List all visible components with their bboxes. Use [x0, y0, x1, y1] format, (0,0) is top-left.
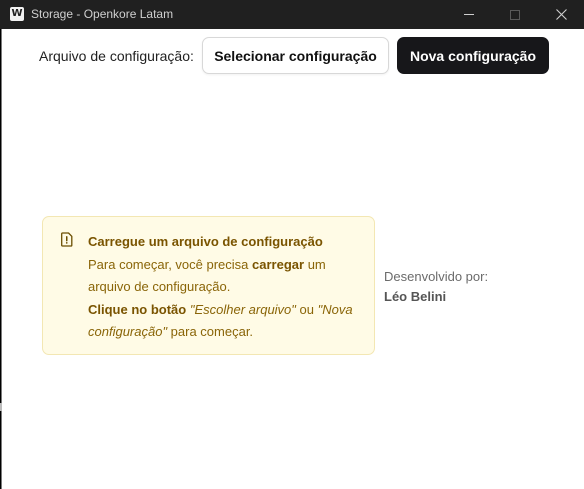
alert-instruction-or: ou — [295, 301, 318, 317]
maximize-button[interactable] — [492, 0, 538, 29]
minimize-icon — [464, 14, 474, 15]
credits-author: Léo Belini — [384, 289, 447, 304]
close-icon — [555, 9, 567, 20]
credits: Desenvolvido por: Léo Belini — [384, 267, 488, 307]
alert-title: Carregue um arquivo de configuração — [88, 234, 323, 249]
title-bar[interactable]: W Storage - Openkore Latam — [0, 0, 584, 29]
load-config-alert: Carregue um arquivo de configuração Para… — [42, 216, 375, 355]
alert-instruction-suffix: para começar. — [167, 324, 254, 339]
alert-instruction-strong: Clique no botão — [88, 301, 187, 317]
alert-message-strong: carregar — [252, 256, 305, 272]
minimize-button[interactable] — [446, 0, 492, 29]
close-button[interactable] — [538, 0, 584, 29]
alert-instruction: Clique no botão "Escolher arquivo" ou "N… — [88, 299, 368, 344]
file-alert-icon — [61, 232, 73, 247]
app-window: W Storage - Openkore Latam Arquivo de co… — [0, 0, 584, 489]
select-config-button[interactable]: Selecionar configuração — [202, 37, 389, 74]
window-title: Storage - Openkore Latam — [31, 7, 174, 21]
alert-message-prefix: Para começar, você precisa — [88, 256, 253, 272]
alert-instruction-choose-file: "Escolher arquivo" — [189, 301, 296, 317]
app-logo-icon: W — [10, 7, 24, 21]
new-config-button[interactable]: Nova configuração — [397, 37, 549, 74]
config-toolbar: Arquivo de configuração: Selecionar conf… — [2, 29, 584, 85]
alert-body: Carregue um arquivo de configuração Para… — [88, 231, 368, 344]
credits-label: Desenvolvido por: — [384, 269, 489, 284]
main-content: Arquivo de configuração: Selecionar conf… — [1, 29, 584, 489]
maximize-icon — [510, 9, 520, 20]
alert-message: Para começar, você precisa carregar um a… — [88, 254, 368, 299]
window-edge-marker — [0, 403, 2, 411]
config-file-label: Arquivo de configuração: — [39, 48, 194, 64]
